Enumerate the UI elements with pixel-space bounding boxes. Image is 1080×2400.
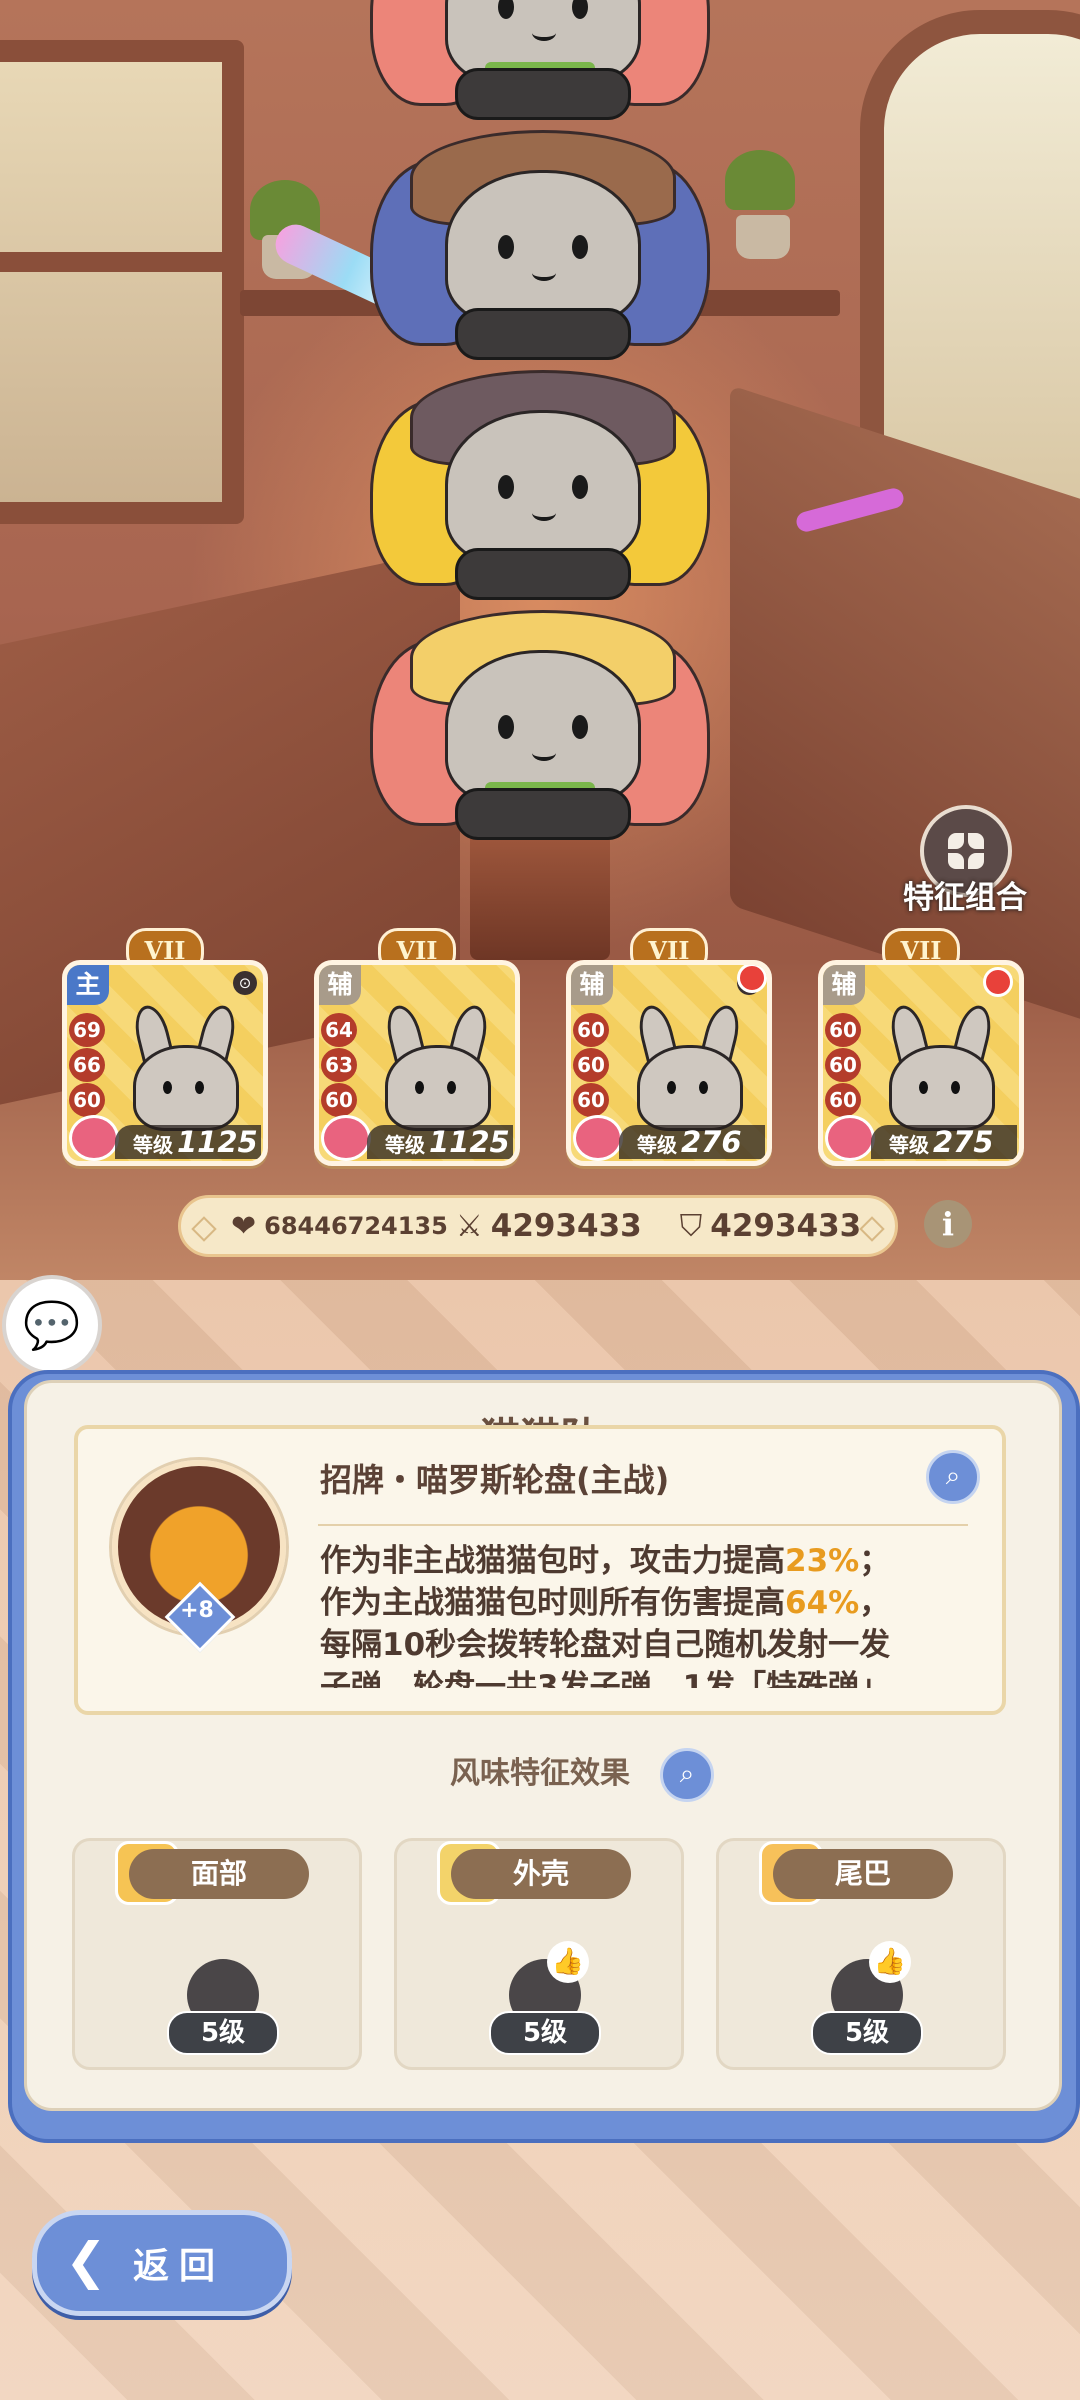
stat-value: 60: [573, 1083, 609, 1117]
heart-icon: ❤: [231, 1208, 257, 1244]
level-value: 276: [681, 1125, 742, 1159]
plant: [725, 150, 795, 210]
window-left: [0, 40, 244, 524]
hp-value: 68446724135: [264, 1212, 448, 1240]
stat-value: 63: [321, 1048, 357, 1082]
cat-portrait: [879, 1002, 999, 1131]
cat-portrait: [375, 1002, 495, 1131]
stacked-cat-4[interactable]: [370, 610, 710, 850]
divider: [318, 1524, 968, 1526]
level-label: 等级: [889, 1133, 929, 1157]
back-label: 返回: [133, 2246, 226, 2287]
paw-icon: [825, 1115, 875, 1161]
flavor-slot-tail[interactable]: 尾巴 👍 5级: [716, 1838, 1006, 2070]
slot-label: 尾巴: [773, 1849, 953, 1899]
diamond-ornament: [859, 1216, 885, 1242]
info-button[interactable]: i: [924, 1200, 972, 1248]
skill-line: 作为主战猫猫包时则所有伤害提高64%，: [320, 1585, 891, 1621]
flavor-slot-face[interactable]: 面部 5级: [72, 1838, 362, 2070]
cat-portrait: [627, 1002, 747, 1131]
stacked-cat-3[interactable]: [370, 370, 710, 610]
thumbs-up-icon: 👍: [869, 1941, 911, 1983]
flavor-slot-shell[interactable]: 外壳 👍 5级: [394, 1838, 684, 2070]
slot-label: 面部: [129, 1849, 309, 1899]
level-value: 275: [933, 1125, 994, 1159]
role-badge: 辅: [319, 965, 361, 1005]
flavor-zoom-icon[interactable]: ⌕: [660, 1748, 714, 1802]
slot-level: 5级: [489, 2011, 601, 2055]
level-label: 等级: [637, 1133, 677, 1157]
skill-name: 招牌・喵罗斯轮盘(主战): [320, 1461, 670, 1499]
flavor-title: 风味特征效果: [450, 1756, 630, 1791]
thumbs-up-icon: 👍: [547, 1941, 589, 1983]
role-badge: 辅: [571, 965, 613, 1005]
stacked-cat-2[interactable]: [370, 130, 710, 370]
slot-level: 5级: [811, 2011, 923, 2055]
back-button[interactable]: ❮ 返回: [32, 2210, 292, 2316]
stat-value: 60: [825, 1083, 861, 1117]
skill-description[interactable]: 作为非主战猫猫包时，攻击力提高23%； 作为主战猫猫包时则所有伤害提高64%， …: [320, 1540, 960, 1688]
paw-icon: [573, 1115, 623, 1161]
stat-value: 60: [825, 1048, 861, 1082]
back-arrow-icon: ❮: [65, 2232, 107, 2290]
stat-value: 60: [573, 1048, 609, 1082]
stat-value: 60: [825, 1013, 861, 1047]
attack-value: 4293433: [490, 1208, 642, 1244]
stat-value: 60: [69, 1083, 105, 1117]
paw-icon: [321, 1115, 371, 1161]
level-value: 1125: [429, 1125, 510, 1159]
stat-value: 60: [573, 1013, 609, 1047]
feature-combo-label[interactable]: 特征组合: [880, 872, 1050, 917]
team-card-4[interactable]: 辅 60 60 60 等级 275: [818, 960, 1024, 1166]
pot: [736, 215, 790, 259]
level-label: 等级: [385, 1133, 425, 1157]
skill-line: 子弹，轮盘一共3发子弹，1发「特殊弹」: [320, 1669, 891, 1688]
swords-icon: ⚔: [455, 1208, 483, 1244]
skill-line: 每隔10秒会拨转轮盘对自己随机发射一发: [320, 1627, 891, 1663]
level-value: 1125: [177, 1125, 258, 1159]
stat-value: 66: [69, 1048, 105, 1082]
team-card-2[interactable]: 辅 64 63 60 等级 1125: [314, 960, 520, 1166]
team-card-3[interactable]: 辅 60 60 60 ⊙ 等级276: [566, 960, 772, 1166]
level-label: 等级: [133, 1133, 173, 1157]
skill-level-text: +8: [180, 1598, 214, 1623]
slot-level: 5级: [167, 2011, 279, 2055]
skill-line: 作为非主战猫猫包时，攻击力提高23%；: [320, 1543, 891, 1579]
skill-zoom-icon[interactable]: ⌕: [926, 1450, 980, 1504]
stacked-cat-1[interactable]: [370, 0, 710, 130]
role-badge: 辅: [823, 965, 865, 1005]
cat-portrait: [123, 1002, 243, 1131]
slot-label: 外壳: [451, 1849, 631, 1899]
notification-dot: [737, 965, 767, 993]
diamond-ornament: [191, 1216, 217, 1242]
notification-dot: [983, 967, 1013, 997]
role-badge: 主: [67, 965, 109, 1005]
team-card-1[interactable]: 主 69 66 60 ⊙ 等级 1125: [62, 960, 268, 1166]
defense-value: 4293433: [710, 1208, 862, 1244]
shield-icon: ⛉: [679, 1208, 703, 1244]
team-stats-bar: ❤ 68446724135 ⚔ 4293433 ⛉ 4293433: [178, 1195, 898, 1257]
paw-icon: [69, 1115, 119, 1161]
stat-value: 64: [321, 1013, 357, 1047]
stat-value: 69: [69, 1013, 105, 1047]
lock-icon: ⊙: [233, 971, 257, 995]
shelf: [690, 290, 840, 316]
stat-value: 60: [321, 1083, 357, 1117]
